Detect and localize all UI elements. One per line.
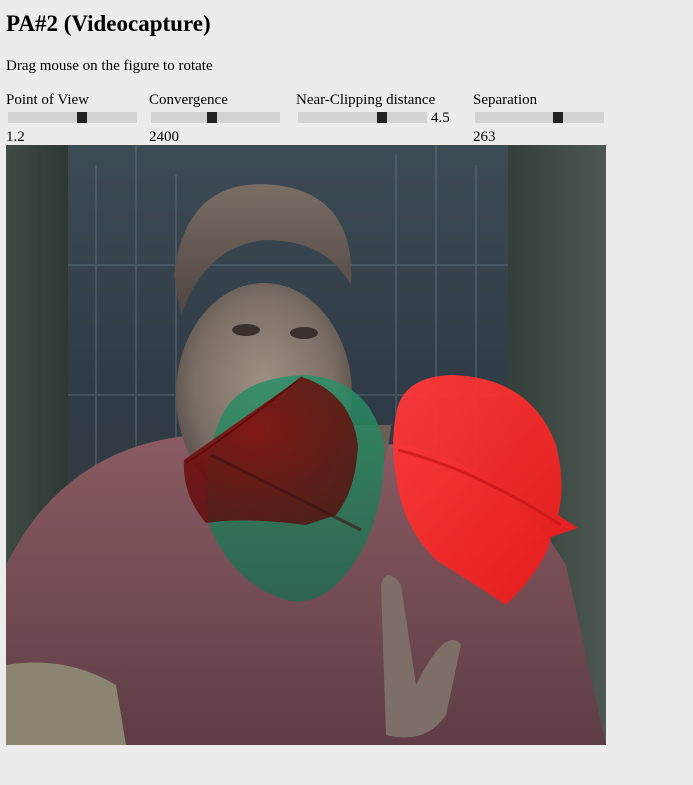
near-clipping-value: 4.5 xyxy=(431,110,450,126)
convergence-slider-thumb[interactable] xyxy=(206,112,217,123)
convergence-slider[interactable] xyxy=(151,112,280,123)
video-canvas[interactable] xyxy=(6,145,606,745)
point-of-view-control: Point of View 1.2 xyxy=(6,91,156,145)
point-of-view-value: 1.2 xyxy=(6,129,25,145)
page-title: PA#2 (Videocapture) xyxy=(6,11,211,36)
instructions-text: Drag mouse on the figure to rotate xyxy=(6,58,213,74)
convergence-label: Convergence xyxy=(149,92,228,108)
convergence-control: Convergence 2400 xyxy=(149,91,299,145)
separation-value: 263 xyxy=(473,129,496,145)
person-left-eye xyxy=(232,324,260,336)
separation-control: Separation 263 xyxy=(473,91,623,145)
point-of-view-slider[interactable] xyxy=(8,112,137,123)
convergence-value: 2400 xyxy=(149,129,179,145)
separation-label: Separation xyxy=(473,92,538,108)
near-clipping-slider[interactable] xyxy=(298,112,427,123)
near-clipping-slider-thumb[interactable] xyxy=(376,112,387,123)
separation-slider[interactable] xyxy=(475,112,604,123)
separation-slider-thumb[interactable] xyxy=(552,112,563,123)
near-clipping-control: Near-Clipping distance 4.5 xyxy=(296,91,466,143)
near-clipping-label: Near-Clipping distance xyxy=(296,92,436,108)
person-right-eye xyxy=(290,327,318,339)
point-of-view-label: Point of View xyxy=(6,92,89,108)
webcam-scene xyxy=(6,145,606,745)
point-of-view-slider-thumb[interactable] xyxy=(76,112,87,123)
